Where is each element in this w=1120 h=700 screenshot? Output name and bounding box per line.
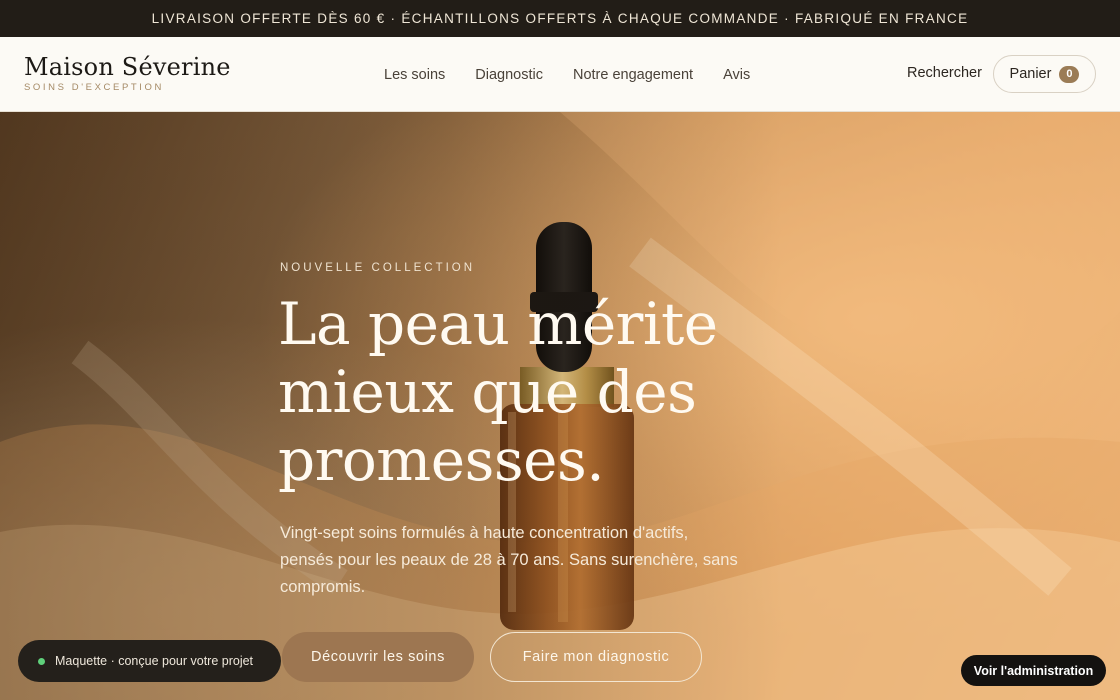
cart-count-badge: 0 (1059, 65, 1080, 83)
announcement-text: LIVRAISON OFFERTE DÈS 60 € · ÉCHANTILLON… (151, 11, 969, 26)
brand-logo[interactable]: Maison Séverine SOINS D'EXCEPTION (24, 52, 231, 93)
cart-button[interactable]: Panier 0 (993, 55, 1096, 93)
hero-section: NOUVELLE COLLECTION La peau mérite mieux… (0, 112, 1120, 700)
search-link[interactable]: Rechercher (907, 65, 982, 81)
hero-description: Vingt-sept soins formulés à haute concen… (280, 524, 738, 596)
nav-item-avis[interactable]: Avis (723, 67, 750, 83)
admin-button[interactable]: Voir l'administration (961, 655, 1106, 686)
site-header: Maison Séverine SOINS D'EXCEPTION Les so… (0, 37, 1120, 112)
main-nav: Les soins Diagnostic Notre engagement Av… (384, 37, 780, 112)
cart-label: Panier (1009, 66, 1052, 82)
brand-name: Maison Séverine (24, 53, 231, 81)
hero-headline: La peau mérite mieux que des promesses. (278, 290, 718, 494)
announcement-bar: LIVRAISON OFFERTE DÈS 60 € · ÉCHANTILLON… (0, 0, 1120, 37)
discover-products-button[interactable]: Découvrir les soins (282, 632, 474, 682)
brand-tagline: SOINS D'EXCEPTION (24, 82, 164, 93)
nav-item-notre-engagement[interactable]: Notre engagement (573, 67, 693, 83)
prototype-badge: Maquette · conçue pour votre projet (18, 640, 281, 682)
hero-eyebrow: NOUVELLE COLLECTION (280, 262, 476, 274)
start-diagnostic-button[interactable]: Faire mon diagnostic (490, 632, 702, 682)
nav-item-diagnostic[interactable]: Diagnostic (475, 67, 543, 83)
nav-item-les-soins[interactable]: Les soins (384, 67, 445, 83)
status-dot-icon (38, 657, 45, 665)
prototype-badge-text: Maquette · conçue pour votre projet (55, 654, 254, 668)
